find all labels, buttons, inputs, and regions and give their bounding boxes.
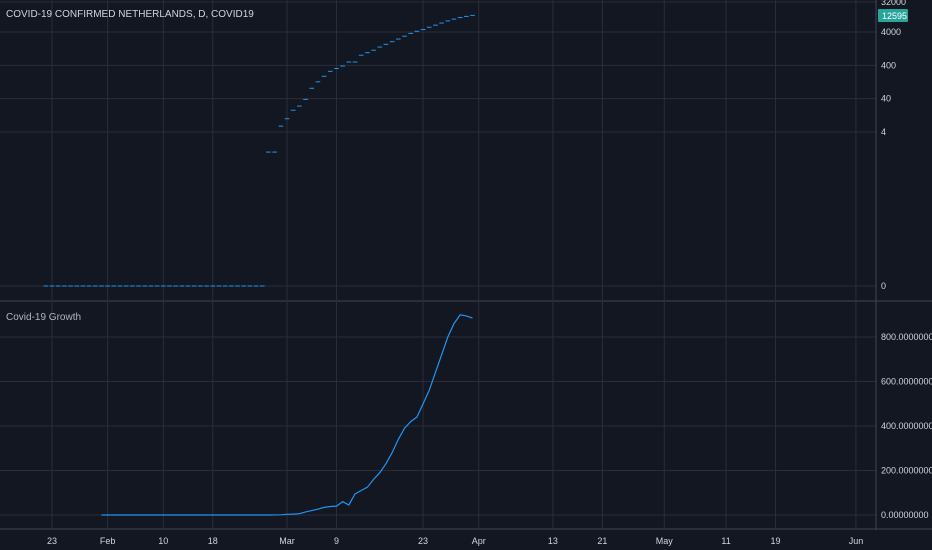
- lower-y-tick-label: 600.00000000: [881, 377, 932, 387]
- x-tick-label: Mar: [279, 536, 295, 546]
- upper-y-tick-label: 4: [881, 127, 886, 137]
- x-tick-label: 13: [548, 536, 558, 546]
- lower-y-tick-label: 400.00000000: [881, 421, 932, 431]
- last-value-badge: 12595: [878, 9, 908, 22]
- upper-y-tick-label: 40: [881, 94, 891, 104]
- x-tick-label: 19: [771, 536, 781, 546]
- chart-background: [0, 0, 932, 550]
- x-tick-label: Jun: [849, 536, 864, 546]
- x-tick-label: Apr: [472, 536, 486, 546]
- upper-y-tick-label: 0: [881, 281, 886, 291]
- x-tick-label: 11: [721, 536, 730, 546]
- lower-y-tick-label: 0.00000000: [881, 510, 929, 520]
- x-tick-label: 9: [334, 536, 339, 546]
- x-tick-label: May: [656, 536, 674, 546]
- lower-y-tick-label: 800.00000000: [881, 332, 932, 342]
- x-tick-label: 10: [158, 536, 168, 546]
- upper-y-tick-label: 400: [881, 60, 896, 70]
- lower-pane-title: Covid-19 Growth: [6, 312, 81, 323]
- chart[interactable]: 23 Feb 10 18 Mar 9 23 Apr 13 21 May 11 19 Jun32000400…: [0, 0, 932, 550]
- x-tick-label: 21: [597, 536, 607, 546]
- x-tick-label: 23: [47, 536, 57, 546]
- upper-y-tick-label: 4000: [881, 27, 901, 37]
- last-value-badge-text: 12595: [882, 11, 907, 21]
- lower-y-tick-label: 200.00000000: [881, 466, 932, 476]
- x-tick-label: 18: [208, 536, 218, 546]
- x-tick-label: 23: [418, 536, 428, 546]
- chart-title: COVID-19 CONFIRMED NETHERLANDS, D, COVID…: [6, 9, 254, 20]
- x-tick-label: Feb: [100, 536, 116, 546]
- upper-y-tick-label: 32000: [881, 0, 906, 7]
